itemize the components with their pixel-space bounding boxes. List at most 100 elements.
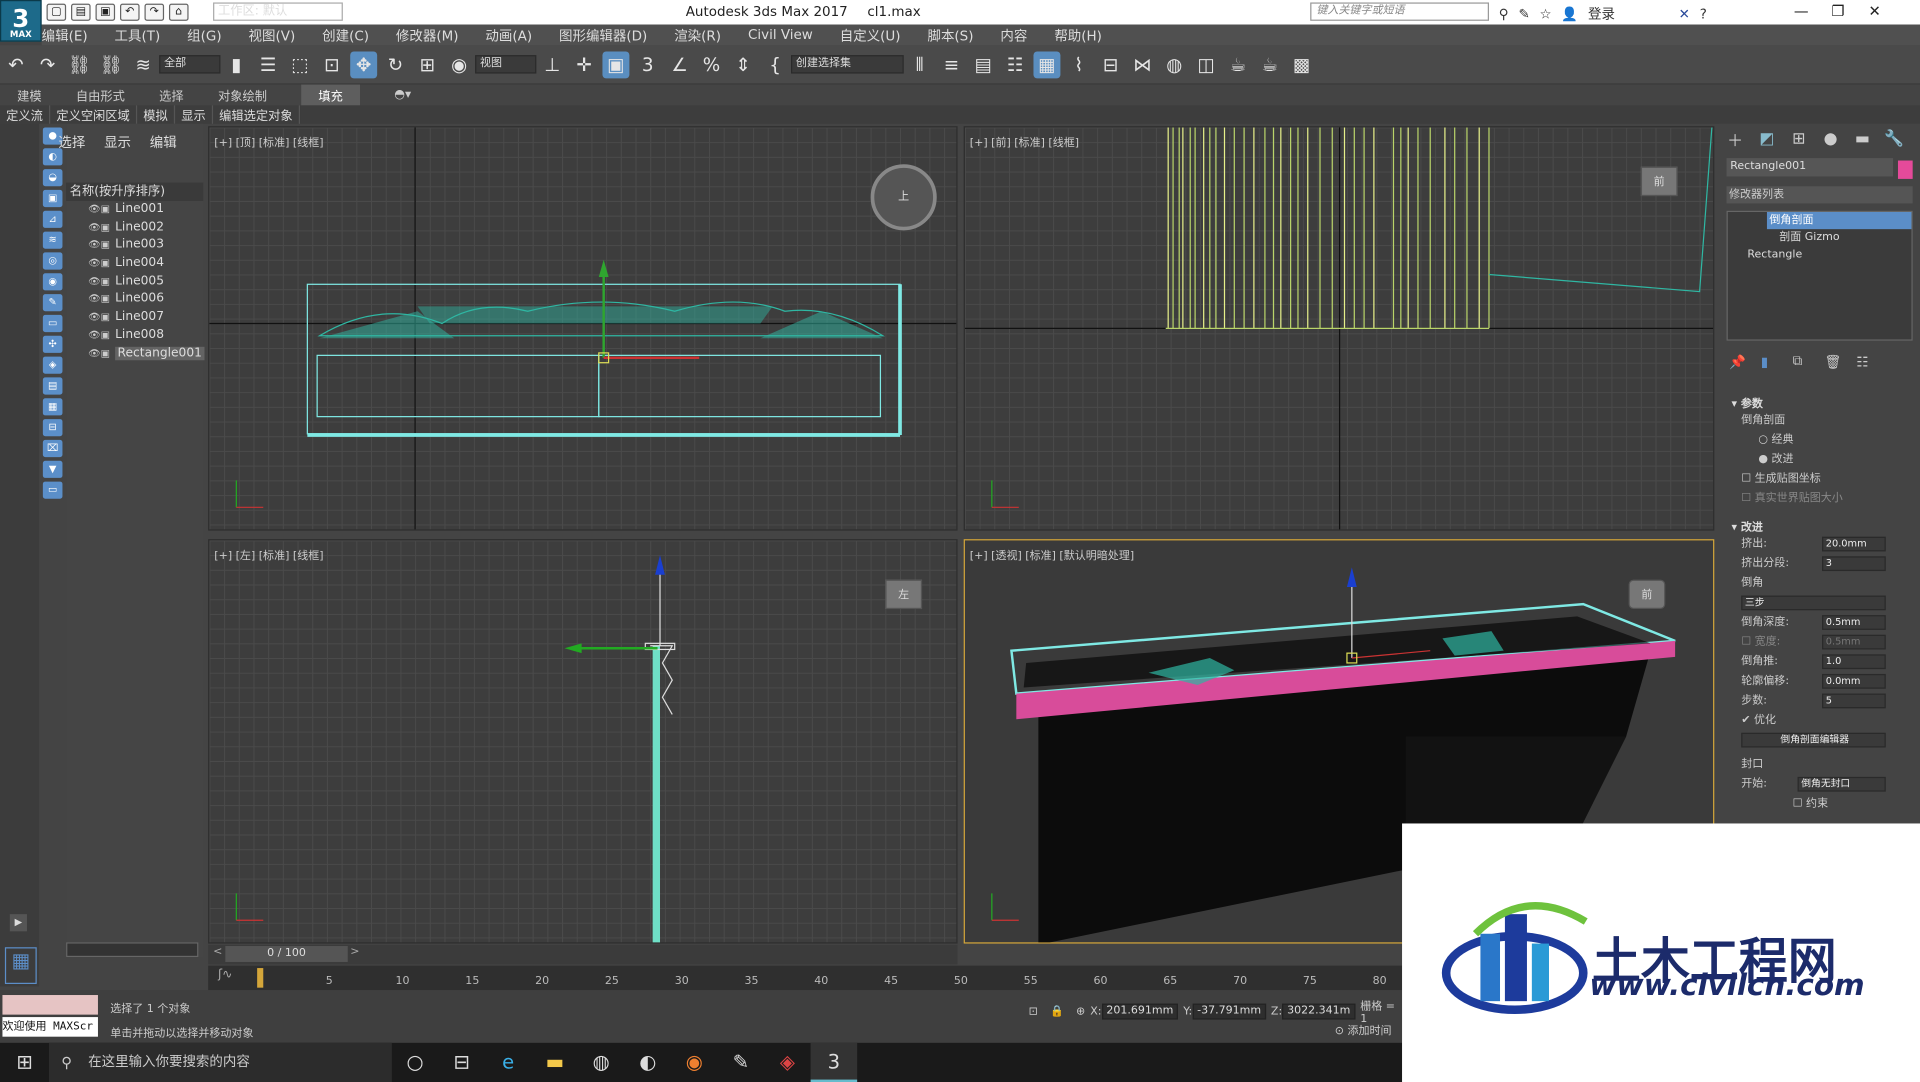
ribbon-tab[interactable]: 选择 <box>159 86 183 104</box>
extrude-segs-spinner[interactable]: 3 <box>1822 556 1886 572</box>
place-icon[interactable]: ◉ <box>446 51 473 78</box>
undo-icon[interactable]: ↶ <box>2 51 29 78</box>
visibility-icon[interactable]: 👁▣ <box>88 291 115 309</box>
ribbon-tab[interactable]: 建模 <box>17 86 41 104</box>
menu-item[interactable]: 工具(T) <box>115 25 161 45</box>
prev-frame-icon[interactable]: < <box>213 946 222 958</box>
ribbon-item[interactable]: 编辑选定对象 <box>213 105 301 124</box>
bind-spacewarp-icon[interactable]: ≋ <box>130 51 157 78</box>
named-selection-set[interactable]: 创建选择集 <box>791 55 904 74</box>
redo-icon[interactable]: ↷ <box>34 51 61 78</box>
ribbon-item[interactable]: 定义流 <box>0 105 51 124</box>
ribbon-tab[interactable]: 自由形式 <box>76 86 125 104</box>
explorer-item[interactable]: 👁▣ Line006 <box>66 291 203 309</box>
explorer-tab[interactable]: 显示 <box>104 132 131 152</box>
select-object-icon[interactable]: ▮ <box>223 51 250 78</box>
depth-spinner[interactable]: 0.5mm <box>1822 615 1886 630</box>
width-spinner[interactable]: 0.5mm <box>1822 634 1886 650</box>
curve-editor-icon[interactable]: ⌇ <box>1065 51 1092 78</box>
explorer-item[interactable]: 👁▣ Line008 <box>66 327 203 345</box>
scene-filter-icon[interactable]: ⌧ <box>42 439 63 458</box>
gen-map-checkbox[interactable]: ☐ 生成贴图坐标 <box>1719 469 1920 489</box>
scene-filter-icon[interactable]: ◉ <box>42 273 63 291</box>
improved-rollout-title[interactable]: ▾ 改进 <box>1719 518 1920 534</box>
push-spinner[interactable]: 1.0 <box>1822 654 1886 670</box>
star-icon[interactable]: ☆ <box>1540 6 1552 22</box>
visibility-icon[interactable]: 👁▣ <box>88 345 115 363</box>
steps-spinner[interactable]: 5 <box>1822 693 1886 709</box>
timeline-track[interactable]: ʃ∿ 5 10 15 20 25 30 35 40 45 50 55 60 65 70 75 80 <box>208 965 1403 991</box>
absolute-mode-icon[interactable]: ⊕ <box>1076 1005 1085 1017</box>
rect-select-icon[interactable]: ⬚ <box>287 51 314 78</box>
viewport-front[interactable]: [+] [前] [标准] [线框] 前 <box>963 126 1715 531</box>
cap-start-select[interactable]: 倒角无封口 <box>1797 776 1886 792</box>
menu-item[interactable]: 组(G) <box>187 25 221 45</box>
start-icon[interactable]: ⊞ <box>0 1043 49 1082</box>
explorer-item[interactable]: 👁▣ Rectangle001 <box>66 345 205 363</box>
isolate-icon[interactable]: ⊡ <box>1029 1005 1038 1017</box>
explorer-item[interactable]: 👁▣ Line003 <box>66 237 203 255</box>
visibility-icon[interactable]: 👁▣ <box>88 237 115 255</box>
menu-item[interactable]: Civil View <box>748 27 813 43</box>
explorer-tab[interactable]: 编辑 <box>150 132 177 152</box>
visibility-icon[interactable]: 👁▣ <box>88 201 115 219</box>
object-name-field[interactable]: Rectangle001 <box>1726 158 1894 177</box>
redo-icon[interactable]: ↷ <box>144 3 165 21</box>
link-icon[interactable]: ⛓ <box>66 51 93 78</box>
expand-icon[interactable]: ▶ <box>9 914 27 932</box>
spinner-snap-icon[interactable]: ⇕ <box>730 51 757 78</box>
ribbon-item[interactable]: 显示 <box>175 105 214 124</box>
viewport-left[interactable]: [+] [左] [标准] [线框] 左 <box>208 539 958 944</box>
menu-item[interactable]: 编辑(E) <box>42 25 88 45</box>
material-editor-icon[interactable]: ◍ <box>1161 51 1188 78</box>
modify-tab-icon[interactable]: ◩ <box>1751 129 1783 147</box>
show-end-result-icon[interactable]: ▮ <box>1761 354 1793 370</box>
project-icon[interactable]: ⌂ <box>168 3 189 21</box>
mirror-icon[interactable]: ⫴ <box>906 51 933 78</box>
menu-item[interactable]: 图形编辑器(D) <box>559 25 647 45</box>
selection-filter[interactable]: 全部 <box>159 55 221 74</box>
open-file-icon[interactable]: ▤ <box>71 3 91 21</box>
new-file-icon[interactable]: ▢ <box>46 3 67 21</box>
ribbon-tab[interactable]: 对象绘制 <box>218 86 267 104</box>
taskbar-search[interactable]: 在这里输入你要搜索的内容 <box>48 1042 392 1082</box>
scene-filter-icon[interactable]: ✎ <box>42 294 63 312</box>
binoculars-icon[interactable]: ⚲ <box>1499 6 1509 22</box>
close-button[interactable]: ✕ <box>1856 2 1893 19</box>
ribbon-item[interactable]: 模拟 <box>137 105 176 124</box>
viewport-layout-icon[interactable]: ▦ <box>4 947 37 984</box>
explorer-item[interactable]: 👁▣ Line005 <box>66 273 203 291</box>
scene-filter-icon[interactable]: ▼ <box>42 460 63 478</box>
next-frame-icon[interactable]: > <box>350 946 359 958</box>
firefox-icon[interactable]: ◉ <box>671 1043 718 1082</box>
visibility-icon[interactable]: 👁▣ <box>88 309 115 327</box>
time-cursor[interactable] <box>257 968 264 988</box>
move-icon[interactable]: ✥ <box>350 50 378 78</box>
schematic-view-icon[interactable]: ⋈ <box>1129 51 1156 78</box>
explorer-item[interactable]: 👁▣ Line007 <box>66 309 203 327</box>
constrain-checkbox[interactable]: ☐ 约束 <box>1719 794 1920 814</box>
menu-item[interactable]: 视图(V) <box>249 25 296 45</box>
scene-explorer-icon[interactable]: ▦ <box>1033 50 1061 78</box>
select-by-name-icon[interactable]: ☰ <box>255 51 282 78</box>
task-view-icon[interactable]: ⊟ <box>438 1043 485 1082</box>
angle-snap-icon[interactable]: ∠ <box>666 51 693 78</box>
extrude-spinner[interactable]: 20.0mm <box>1822 536 1886 552</box>
render-frame-icon[interactable]: ☕ <box>1225 51 1252 78</box>
frame-indicator[interactable]: 0 / 100 <box>225 946 348 962</box>
modifier-list-dropdown[interactable]: 修改器列表 <box>1726 186 1913 204</box>
undo-icon[interactable]: ↶ <box>120 3 140 21</box>
make-unique-icon[interactable]: ⧉ <box>1793 353 1825 370</box>
ribbon-options-icon[interactable]: ◓▾ <box>394 88 411 101</box>
menu-item[interactable]: 内容 <box>1000 25 1027 45</box>
render-cloud-icon[interactable]: ▩ <box>1288 51 1315 78</box>
stack-item-bevel-profile[interactable]: 倒角剖面 <box>1766 211 1912 230</box>
search-input[interactable]: 键入关键字或短语 <box>1310 2 1489 21</box>
exchange-icon[interactable]: ✕ <box>1679 6 1690 22</box>
params-rollout-title[interactable]: ▾ 参数 <box>1719 395 1920 410</box>
stack-item-rectangle[interactable]: Rectangle <box>1728 246 1912 263</box>
curve-editor-mini-icon[interactable]: ʃ∿ <box>218 968 232 981</box>
optimize-checkbox[interactable]: ✔ 优化 <box>1719 711 1920 731</box>
app-logo[interactable]: 3 MAX <box>0 0 42 42</box>
save-icon[interactable]: ▣ <box>95 3 116 21</box>
